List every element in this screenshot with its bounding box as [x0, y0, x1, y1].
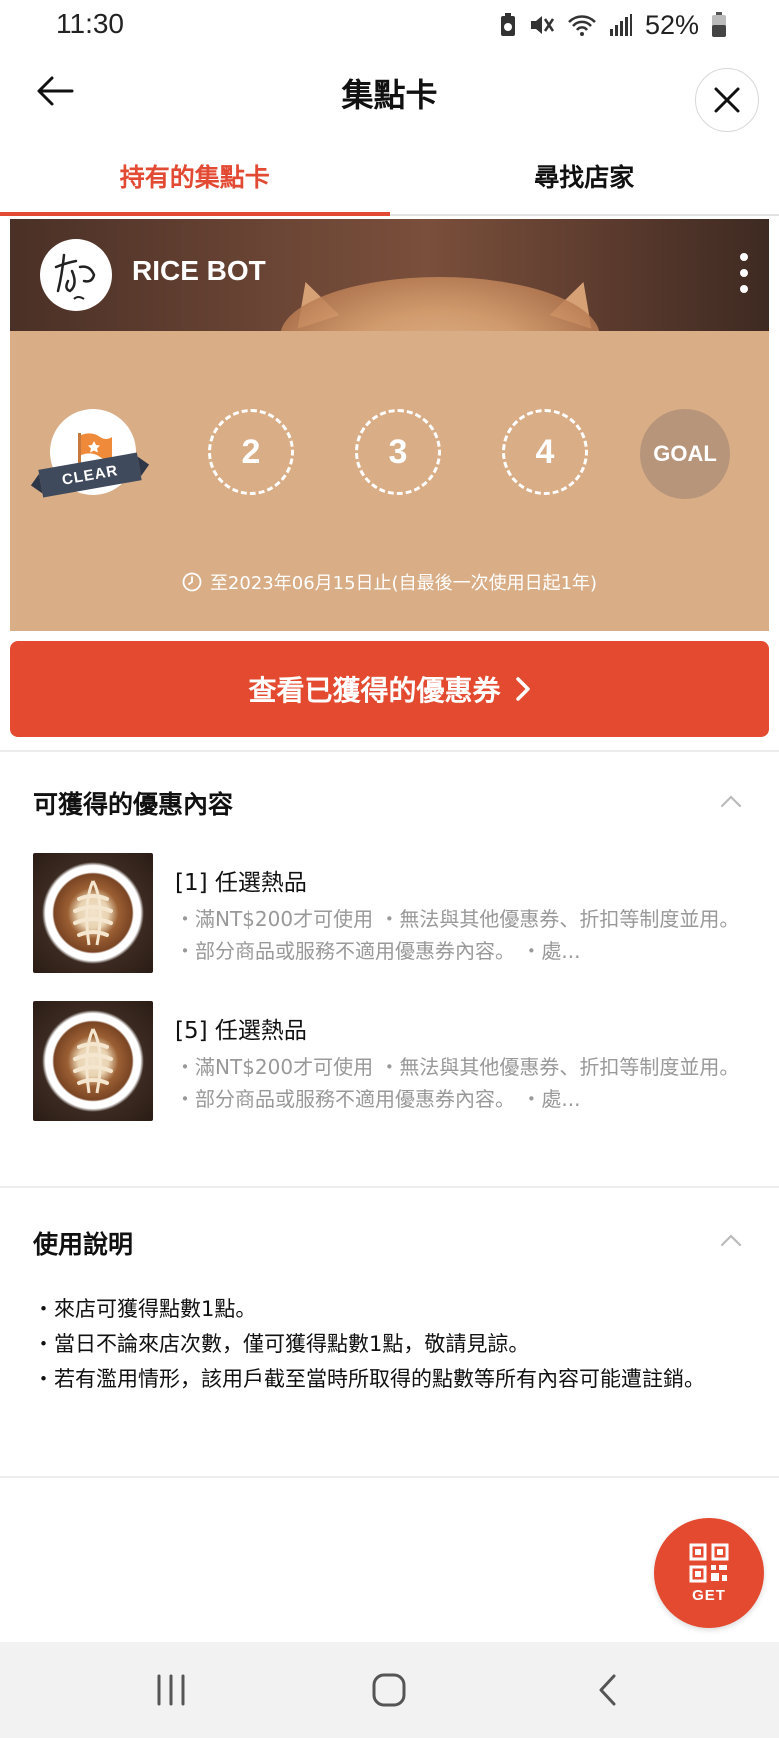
more-dot-icon	[740, 253, 748, 261]
home-icon	[372, 1673, 406, 1707]
page-title: 集點卡	[341, 76, 438, 114]
mute-icon	[530, 16, 554, 34]
tab-my-stamp-cards[interactable]: 持有的集點卡	[0, 140, 390, 216]
home-button[interactable]	[364, 1668, 414, 1712]
status-icons: 52%	[499, 10, 727, 40]
stamp-slot-3: 3	[355, 409, 441, 495]
divider	[0, 750, 779, 752]
system-back-button[interactable]	[582, 1668, 632, 1712]
close-icon	[714, 87, 740, 113]
divider	[0, 1186, 779, 1188]
signal-icon	[609, 14, 632, 36]
validity-text: 至2023年06月15日止(自最後一次使用日起1年)	[209, 573, 598, 594]
status-time: 11:30	[56, 8, 124, 39]
battery-percentage: 52%	[644, 9, 699, 40]
card-header-banner: RICE BOT	[10, 219, 769, 331]
latte-art-icon	[73, 880, 113, 946]
store-logo	[40, 239, 112, 311]
rewards-section-title: 可獲得的優惠內容	[33, 790, 234, 819]
wifi-icon	[568, 15, 596, 36]
chevron-up-icon	[720, 795, 742, 808]
more-dot-icon	[740, 269, 748, 277]
clock-icon	[182, 572, 202, 592]
instruction-line: ・來店可獲得點數1點。	[33, 1297, 257, 1321]
stamp-goal: GOAL	[640, 409, 730, 499]
latte-art-icon	[73, 1028, 113, 1094]
rewards-collapse-toggle[interactable]	[719, 793, 749, 813]
get-points-button[interactable]: GET	[654, 1518, 764, 1628]
chevron-left-icon	[599, 1674, 616, 1706]
tab-bar: 持有的集點卡 尋找店家	[0, 140, 779, 216]
latte-thumbnail	[33, 1001, 153, 1121]
reward-description: ・滿NT$200才可使用 ・無法與其他優惠券、折扣等制度並用。 ・部分商品或服務…	[175, 907, 740, 963]
instructions-collapse-toggle[interactable]	[719, 1232, 749, 1252]
status-bar: 11:30 52%	[0, 0, 779, 50]
instructions-section-title: 使用說明	[33, 1230, 134, 1259]
instructions-list: ・來店可獲得點數1點。 ・當日不論來店次數，僅可獲得點數1點，敬請見諒。 ・若有…	[33, 1292, 738, 1397]
battery-icon	[712, 12, 726, 37]
reward-title: [5] 任選熱品	[175, 1018, 307, 1044]
store-logo-mark-icon	[54, 253, 96, 300]
recent-apps-icon	[157, 1674, 185, 1706]
latte-thumbnail	[33, 853, 153, 973]
reward-item-2[interactable]: [5] 任選熱品 ・滿NT$200才可使用 ・無法與其他優惠券、折扣等制度並用。…	[33, 1001, 743, 1123]
view-coupons-label: 查看已獲得的優惠券	[248, 674, 501, 707]
stamp-slot-1: CLEAR	[38, 409, 142, 498]
stamp-row: CLEAR 2 3 4 GOAL	[10, 409, 769, 509]
more-dot-icon	[740, 285, 748, 293]
instruction-line: ・若有濫用情形，該用戶截至當時所取得的點數等所有內容可能遭註銷。	[33, 1367, 705, 1391]
system-nav-bar	[0, 1642, 779, 1738]
chevron-right-icon	[515, 677, 530, 701]
reward-description: ・滿NT$200才可使用 ・無法與其他優惠券、折扣等制度並用。 ・部分商品或服務…	[175, 1055, 740, 1111]
qr-code-icon	[689, 1543, 729, 1582]
get-label: GET	[692, 1586, 726, 1604]
validity-info: 至2023年06月15日止(自最後一次使用日起1年)	[10, 569, 769, 595]
stamp-slot-4: 4	[502, 409, 588, 495]
close-button[interactable]	[695, 68, 759, 132]
reward-item-1[interactable]: [1] 任選熱品 ・滿NT$200才可使用 ・無法與其他優惠券、折扣等制度並用。…	[33, 853, 743, 975]
instruction-line: ・當日不論來店次數，僅可獲得點數1點，敬請見諒。	[33, 1332, 530, 1356]
recent-apps-button[interactable]	[146, 1668, 196, 1712]
battery-saver-icon	[500, 13, 515, 36]
header: 集點卡	[0, 50, 779, 140]
card-more-menu-button[interactable]	[737, 253, 751, 293]
chevron-up-icon	[720, 1234, 742, 1247]
stamp-card[interactable]: RICE BOT CLEAR 2 3 4 GOAL 至2023年06月15日止(…	[10, 219, 769, 631]
tab-find-stores[interactable]: 尋找店家	[390, 140, 779, 214]
divider	[0, 1476, 779, 1478]
store-name: RICE BOT	[132, 255, 266, 286]
stamp-slot-2: 2	[208, 409, 294, 495]
view-coupons-button[interactable]: 查看已獲得的優惠券	[10, 641, 769, 737]
reward-title: [1] 任選熱品	[175, 870, 307, 896]
